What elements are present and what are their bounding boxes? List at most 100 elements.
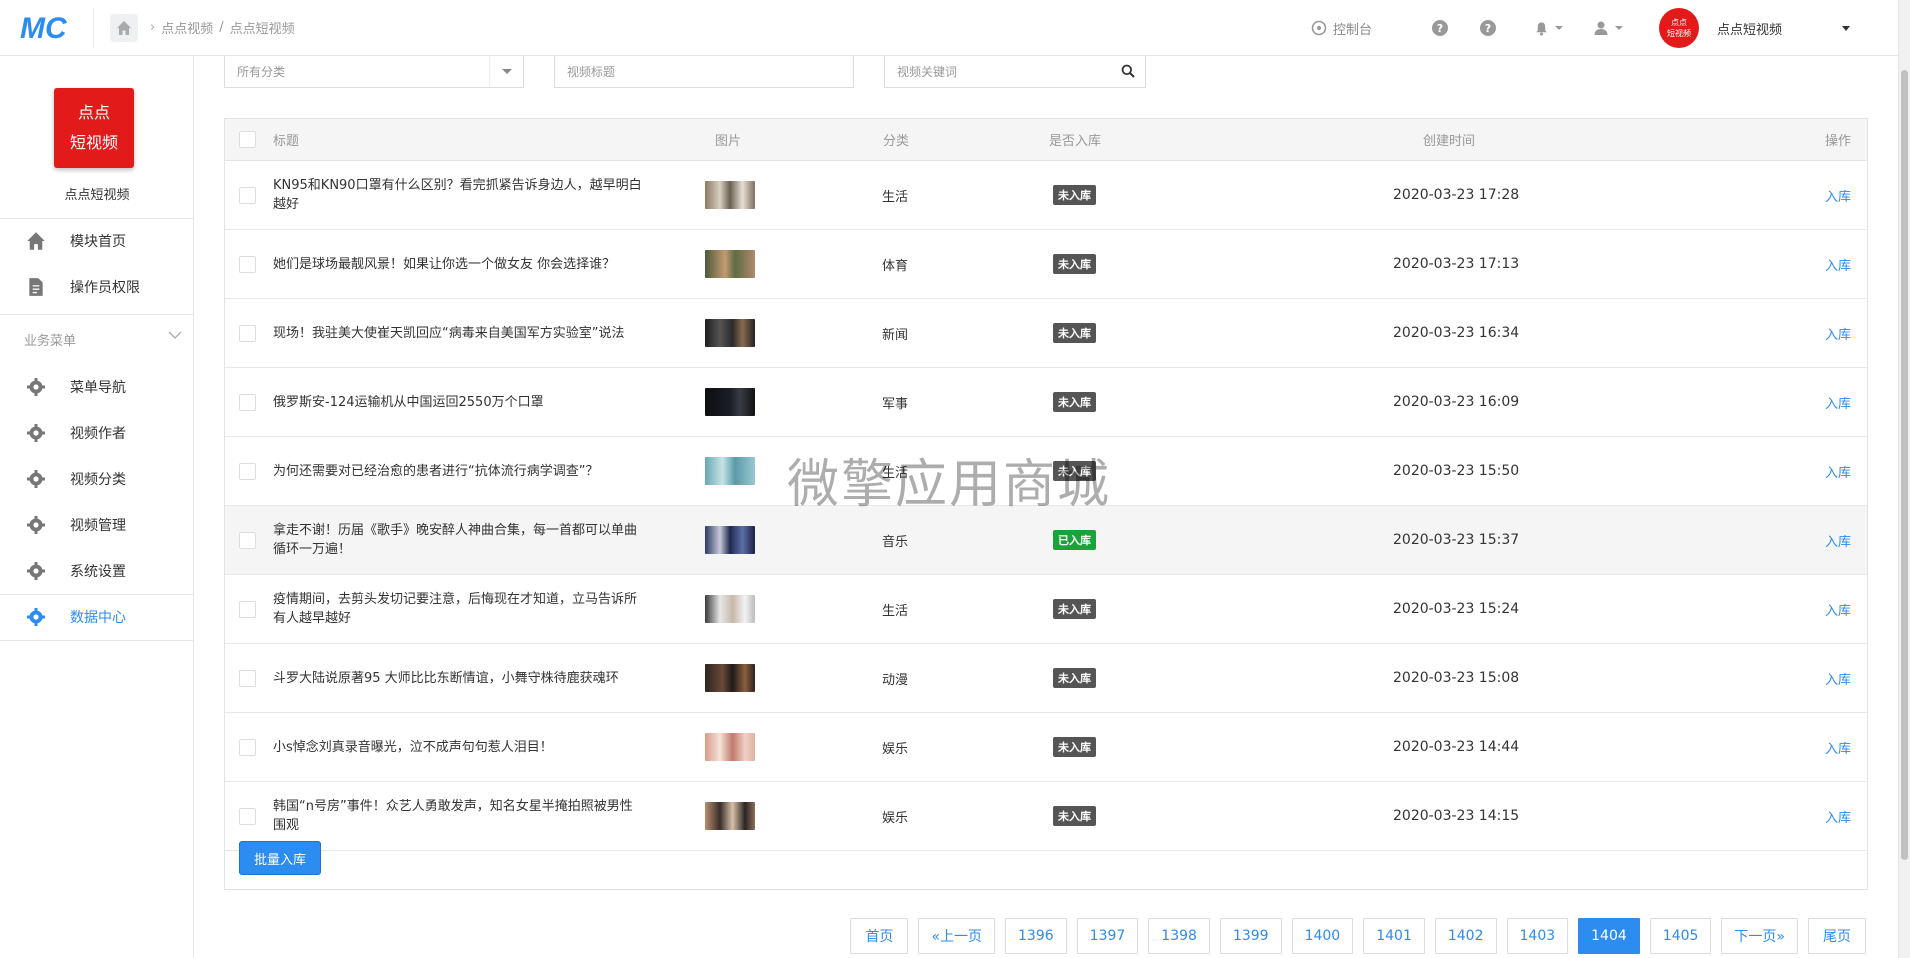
- page-number[interactable]: 1400: [1291, 918, 1354, 954]
- help-button-2[interactable]: ?: [1479, 20, 1496, 36]
- sidebar-section-title: 业务菜单: [24, 334, 77, 349]
- sidebar-item-label: 系统设置: [70, 564, 126, 580]
- store-link[interactable]: 入库: [1825, 299, 1851, 367]
- store-link[interactable]: 入库: [1825, 713, 1851, 781]
- page-number[interactable]: 1405: [1649, 918, 1712, 954]
- store-link[interactable]: 入库: [1825, 437, 1851, 505]
- video-title[interactable]: 斗罗大陆说原著95 大师比比东断情谊，小舞守株待鹿获魂环: [273, 644, 643, 712]
- video-thumbnail[interactable]: [705, 388, 755, 416]
- created-time: 2020-03-23 14:44: [1393, 739, 1520, 755]
- video-title-input[interactable]: 视频标题: [554, 56, 854, 88]
- sidebar-item-menu-nav[interactable]: 菜单导航: [0, 364, 194, 410]
- page-prev[interactable]: «上一页: [918, 918, 996, 954]
- video-thumbnail[interactable]: [705, 802, 755, 830]
- page-number[interactable]: 1399: [1219, 918, 1282, 954]
- status-badge: 未入库: [1053, 254, 1096, 274]
- avatar-text-line2: 短视频: [1666, 29, 1691, 38]
- pagination: 首页 «上一页 1396 1397 1398 1399 1400 1401 14…: [850, 918, 1866, 954]
- video-category: 军事: [882, 396, 909, 412]
- chevron-down-icon[interactable]: [168, 330, 182, 340]
- keyword-search-input[interactable]: 视频关键词: [884, 56, 1146, 88]
- video-title[interactable]: 疫情期间，去剪头发切记要注意，后悔现在才知道，立马告诉所有人越早越好: [273, 575, 643, 643]
- search-icon[interactable]: [1121, 64, 1135, 78]
- page-current[interactable]: 1404: [1578, 918, 1640, 954]
- scrollbar-thumb[interactable]: [1901, 70, 1908, 860]
- row-checkbox[interactable]: [239, 393, 256, 411]
- store-link[interactable]: 入库: [1825, 506, 1851, 574]
- row-checkbox[interactable]: [239, 807, 256, 825]
- logo-divider: [93, 8, 94, 48]
- created-time: 2020-03-23 16:09: [1393, 394, 1520, 410]
- table-row: 拿走不谢！历届《歌手》晚安醉人神曲合集，每一首都可以单曲循环一万遍！ 音乐 已入…: [225, 506, 1867, 575]
- sidebar-item-video-management[interactable]: 视频管理: [0, 502, 194, 548]
- video-thumbnail[interactable]: [705, 595, 755, 623]
- page-scrollbar[interactable]: [1898, 0, 1910, 958]
- row-checkbox[interactable]: [239, 738, 256, 756]
- dashboard-icon: [1311, 20, 1327, 36]
- breadcrumb-item-module[interactable]: 点点视频: [161, 18, 213, 37]
- logo-icon[interactable]: MC: [20, 12, 76, 44]
- video-thumbnail[interactable]: [705, 526, 755, 554]
- sidebar-item-video-categories[interactable]: 视频分类: [0, 456, 194, 502]
- video-table: 标题 图片 分类 是否入库 创建时间 操作 KN95和KN90口罩有什么区别？看…: [224, 118, 1868, 890]
- page-number[interactable]: 1398: [1148, 918, 1210, 954]
- row-checkbox[interactable]: [239, 255, 256, 273]
- home-button[interactable]: [110, 14, 138, 42]
- video-title[interactable]: 她们是球场最靓风景！如果让你选一个做女友 你会选择谁？: [273, 230, 643, 298]
- video-title[interactable]: 俄罗斯安-124运输机从中国运回2550万个口罩: [273, 368, 643, 436]
- help-button-1[interactable]: ?: [1431, 20, 1448, 36]
- store-link[interactable]: 入库: [1825, 230, 1851, 298]
- video-title[interactable]: KN95和KN90口罩有什么区别？看完抓紧告诉身边人，越早明白越好: [273, 161, 643, 229]
- module-logo: 点点 短视频: [54, 88, 134, 168]
- store-link[interactable]: 入库: [1825, 368, 1851, 436]
- row-checkbox[interactable]: [239, 600, 256, 618]
- page-number[interactable]: 1402: [1434, 918, 1497, 954]
- sidebar-item-label: 视频作者: [70, 426, 126, 442]
- sidebar-item-data-center[interactable]: 数据中心: [0, 594, 194, 640]
- row-checkbox[interactable]: [239, 324, 256, 342]
- console-link[interactable]: 控制台: [1311, 19, 1372, 38]
- page-number[interactable]: 1401: [1363, 918, 1425, 954]
- sidebar-item-operator-permissions[interactable]: 操作员权限: [0, 264, 194, 310]
- category-select[interactable]: 所有分类: [224, 56, 524, 88]
- store-link[interactable]: 入库: [1825, 782, 1851, 850]
- notification-menu[interactable]: [1534, 21, 1563, 36]
- store-link[interactable]: 入库: [1825, 644, 1851, 712]
- user-menu[interactable]: [1593, 20, 1623, 36]
- video-thumbnail[interactable]: [705, 250, 755, 278]
- store-link[interactable]: 入库: [1825, 575, 1851, 643]
- account-dropdown-icon[interactable]: [1842, 25, 1850, 31]
- sidebar-item-system-settings[interactable]: 系统设置: [0, 548, 194, 594]
- video-thumbnail[interactable]: [705, 664, 755, 692]
- sidebar-item-video-authors[interactable]: 视频作者: [0, 410, 194, 456]
- store-link[interactable]: 入库: [1825, 161, 1851, 229]
- status-badge: 已入库: [1053, 530, 1096, 550]
- video-thumbnail[interactable]: [705, 319, 755, 347]
- page-next[interactable]: 下一页»: [1721, 918, 1798, 954]
- video-title[interactable]: 小s悼念刘真录音曝光，泣不成声句句惹人泪目！: [273, 713, 643, 781]
- row-checkbox[interactable]: [239, 669, 256, 687]
- row-checkbox[interactable]: [239, 531, 256, 549]
- row-checkbox[interactable]: [239, 186, 256, 204]
- video-thumbnail[interactable]: [705, 181, 755, 209]
- avatar[interactable]: 点点 短视频: [1658, 8, 1699, 48]
- module-logo-line1: 点点: [77, 103, 110, 122]
- page-first[interactable]: 首页: [850, 918, 909, 954]
- page-number[interactable]: 1397: [1076, 918, 1139, 954]
- video-title[interactable]: 为何还需要对已经治愈的患者进行“抗体流行病学调查”？: [273, 437, 643, 505]
- page-number[interactable]: 1396: [1005, 918, 1067, 954]
- video-thumbnail[interactable]: [705, 457, 755, 485]
- page-number[interactable]: 1403: [1506, 918, 1569, 954]
- row-checkbox[interactable]: [239, 462, 256, 480]
- sidebar-item-module-home[interactable]: 模块首页: [0, 218, 194, 264]
- gear-icon: [25, 606, 47, 628]
- account-name[interactable]: 点点短视频: [1717, 19, 1782, 38]
- status-badge: 未入库: [1053, 806, 1096, 826]
- video-title[interactable]: 韩国“n号房”事件！众艺人勇敢发声，知名女星半掩拍照被男性围观: [273, 782, 643, 850]
- select-all-checkbox[interactable]: [239, 131, 256, 148]
- page-last[interactable]: 尾页: [1808, 918, 1866, 954]
- video-title[interactable]: 拿走不谢！历届《歌手》晚安醉人神曲合集，每一首都可以单曲循环一万遍！: [273, 506, 643, 574]
- batch-store-button[interactable]: 批量入库: [239, 841, 321, 875]
- video-thumbnail[interactable]: [705, 733, 755, 761]
- video-title[interactable]: 现场！我驻美大使崔天凯回应“病毒来自美国军方实验室”说法: [273, 299, 643, 367]
